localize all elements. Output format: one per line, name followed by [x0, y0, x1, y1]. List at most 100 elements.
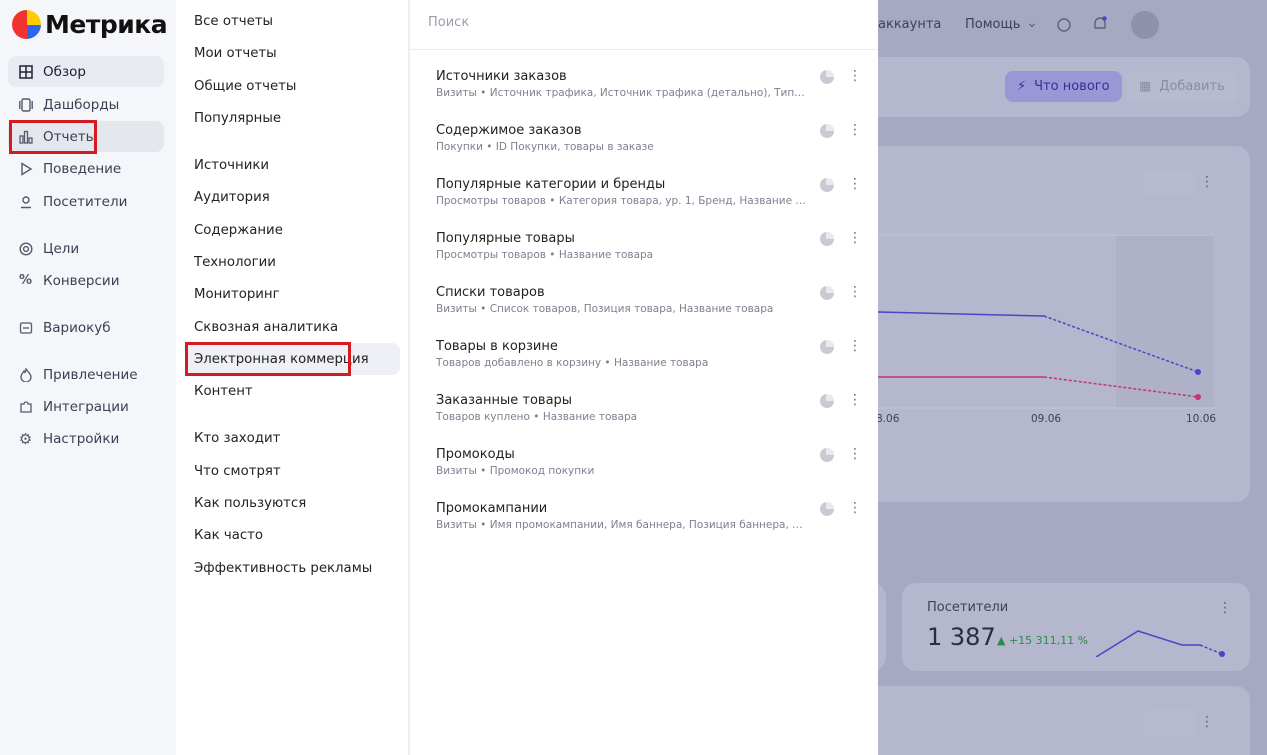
- category-who-visits[interactable]: Кто заходит: [186, 422, 400, 454]
- chart-type-toggle: [1143, 710, 1195, 736]
- sidebar-item-label: Интеграции: [43, 398, 129, 415]
- sidebar-item-label: Поведение: [43, 160, 122, 177]
- play-icon: [18, 161, 33, 176]
- report-subtitle: Визиты • Промокод покупки: [436, 465, 595, 477]
- more-options-icon[interactable]: ⋮: [848, 499, 862, 517]
- sidebar-item-label: Дашборды: [43, 96, 120, 113]
- report-item[interactable]: Популярные категории и бренды Просмотры …: [436, 175, 866, 217]
- pie-chart-icon[interactable]: [820, 232, 834, 246]
- category-content[interactable]: Контент: [186, 375, 400, 407]
- metrika-logo[interactable]: Метрика: [12, 10, 168, 39]
- reports-list-panel: Источники заказов Визиты • Источник траф…: [410, 0, 878, 755]
- gear-icon: ⚙: [18, 429, 33, 448]
- category-end-to-end-analytics[interactable]: Сквозная аналитика: [186, 311, 400, 343]
- category-monitoring[interactable]: Мониторинг: [186, 278, 400, 310]
- sidebar-item-visitors[interactable]: Посетители: [8, 186, 164, 217]
- category-sources[interactable]: Источники: [186, 149, 400, 181]
- more-options-icon[interactable]: ⋮: [848, 175, 862, 193]
- avatar: [1131, 11, 1159, 39]
- more-options-icon[interactable]: ⋮: [848, 67, 862, 85]
- category-ad-effectiveness[interactable]: Эффективность рекламы: [186, 552, 400, 584]
- sidebar-item-variocube[interactable]: Вариокуб: [8, 312, 164, 343]
- more-options-icon[interactable]: ⋮: [848, 121, 862, 139]
- category-how-they-use[interactable]: Как пользуются: [186, 487, 400, 519]
- more-options-icon[interactable]: ⋮: [848, 229, 862, 247]
- category-what-they-view[interactable]: Что смотрят: [186, 455, 400, 487]
- report-title: Содержимое заказов: [436, 123, 582, 138]
- category-how-often[interactable]: Как часто: [186, 519, 400, 551]
- report-item[interactable]: Промокампании Визиты • Имя промокампании…: [436, 499, 866, 541]
- category-all-reports[interactable]: Все отчеты: [186, 5, 400, 37]
- add-widget-button: ▦ Добавить: [1127, 71, 1237, 102]
- dimmed-dashboard-background: аккаунта Помощь ⌄ ⚡ Что нового ▦ Добавит…: [878, 0, 1267, 755]
- user-icon: [18, 194, 33, 209]
- sidebar-item-integrations[interactable]: Интеграции: [8, 391, 164, 422]
- bell-icon: [1094, 16, 1107, 29]
- report-title: Заказанные товары: [436, 393, 573, 408]
- sidebar-item-label: Отчеты: [43, 128, 97, 145]
- pie-chart-icon[interactable]: [820, 394, 834, 408]
- category-audience[interactable]: Аудитория: [186, 181, 400, 213]
- report-item[interactable]: Заказанные товары Товаров куплено • Назв…: [436, 391, 866, 433]
- grid-icon: [18, 64, 33, 79]
- category-popular[interactable]: Популярные: [186, 102, 400, 134]
- sidebar-item-settings[interactable]: ⚙ Настройки: [8, 423, 164, 454]
- more-options-icon: ⋮: [1218, 600, 1232, 616]
- report-item[interactable]: Популярные товары Просмотры товаров • На…: [436, 229, 866, 271]
- pie-chart-icon[interactable]: [820, 340, 834, 354]
- report-subtitle: Просмотры товаров • Категория товара, ур…: [436, 195, 808, 207]
- more-options-icon[interactable]: ⋮: [848, 391, 862, 409]
- x-tick-label: 10.06: [1186, 413, 1217, 425]
- category-content-pages[interactable]: Содержание: [186, 214, 400, 246]
- category-shared-reports[interactable]: Общие отчеты: [186, 70, 400, 102]
- report-title: Популярные товары: [436, 231, 575, 246]
- report-title: Промокоды: [436, 447, 515, 462]
- sidebar-item-goals[interactable]: Цели: [8, 233, 164, 264]
- sidebar-item-dashboards[interactable]: Дашборды: [8, 89, 164, 120]
- category-my-reports[interactable]: Мои отчеты: [186, 37, 400, 69]
- sidebar-item-reports[interactable]: Отчеты: [8, 121, 164, 152]
- metrika-logo-icon: [12, 10, 41, 39]
- pie-chart-icon[interactable]: [820, 124, 834, 138]
- report-item[interactable]: Списки товаров Визиты • Список товаров, …: [436, 283, 866, 325]
- report-item[interactable]: Товары в корзине Товаров добавлено в кор…: [436, 337, 866, 379]
- report-item[interactable]: Промокоды Визиты • Промокод покупки ⋮: [436, 445, 866, 487]
- report-title: Популярные категории и бренды: [436, 177, 666, 192]
- more-options-icon[interactable]: ⋮: [848, 283, 862, 301]
- search-input[interactable]: [428, 12, 848, 32]
- pie-chart-icon[interactable]: [820, 178, 834, 192]
- sidebar-item-acquisition[interactable]: Привлечение: [8, 359, 164, 390]
- puzzle-icon: [18, 399, 33, 414]
- report-item[interactable]: Источники заказов Визиты • Источник траф…: [436, 67, 866, 109]
- category-technologies[interactable]: Технологии: [186, 246, 400, 278]
- whats-new-label: Что нового: [1034, 79, 1110, 94]
- report-subtitle: Визиты • Имя промокампании, Имя баннера,…: [436, 519, 808, 531]
- report-item[interactable]: Содержимое заказов Покупки • ID Покупки,…: [436, 121, 866, 163]
- more-options-icon[interactable]: ⋮: [848, 337, 862, 355]
- category-ecommerce[interactable]: Электронная коммерция: [186, 343, 400, 375]
- chevron-down-icon: ⌄: [1026, 15, 1038, 31]
- pie-chart-icon[interactable]: [820, 502, 834, 516]
- pie-chart-icon[interactable]: [820, 70, 834, 84]
- sidebar-item-behavior[interactable]: Поведение: [8, 153, 164, 184]
- sidebar-item-overview[interactable]: Обзор: [8, 56, 164, 87]
- more-options-icon: ⋮: [1200, 174, 1214, 190]
- pie-chart-icon[interactable]: [820, 448, 834, 462]
- visitors-sparkline: [1096, 630, 1225, 657]
- pie-chart-icon[interactable]: [820, 286, 834, 300]
- more-options-icon[interactable]: ⋮: [848, 445, 862, 463]
- report-subtitle: Покупки • ID Покупки, товары в заказе: [436, 141, 654, 153]
- chat-icon: [1057, 18, 1071, 32]
- add-widget-icon: ▦: [1139, 79, 1152, 94]
- report-title: Промокампании: [436, 501, 548, 516]
- bottom-card: ⋮: [878, 686, 1250, 755]
- sidebar-item-label: Вариокуб: [43, 319, 111, 336]
- sidebar-item-label: Обзор: [43, 63, 86, 80]
- help-menu: Помощь: [965, 17, 1021, 32]
- line-chart: [878, 234, 1214, 409]
- sidebar-item-label: Посетители: [43, 193, 128, 210]
- percent-icon: %: [18, 273, 33, 288]
- visitors-value: 1 387: [927, 623, 996, 651]
- sidebar-item-conversions[interactable]: % Конверсии: [8, 265, 164, 296]
- sidebar-item-label: Цели: [43, 240, 80, 257]
